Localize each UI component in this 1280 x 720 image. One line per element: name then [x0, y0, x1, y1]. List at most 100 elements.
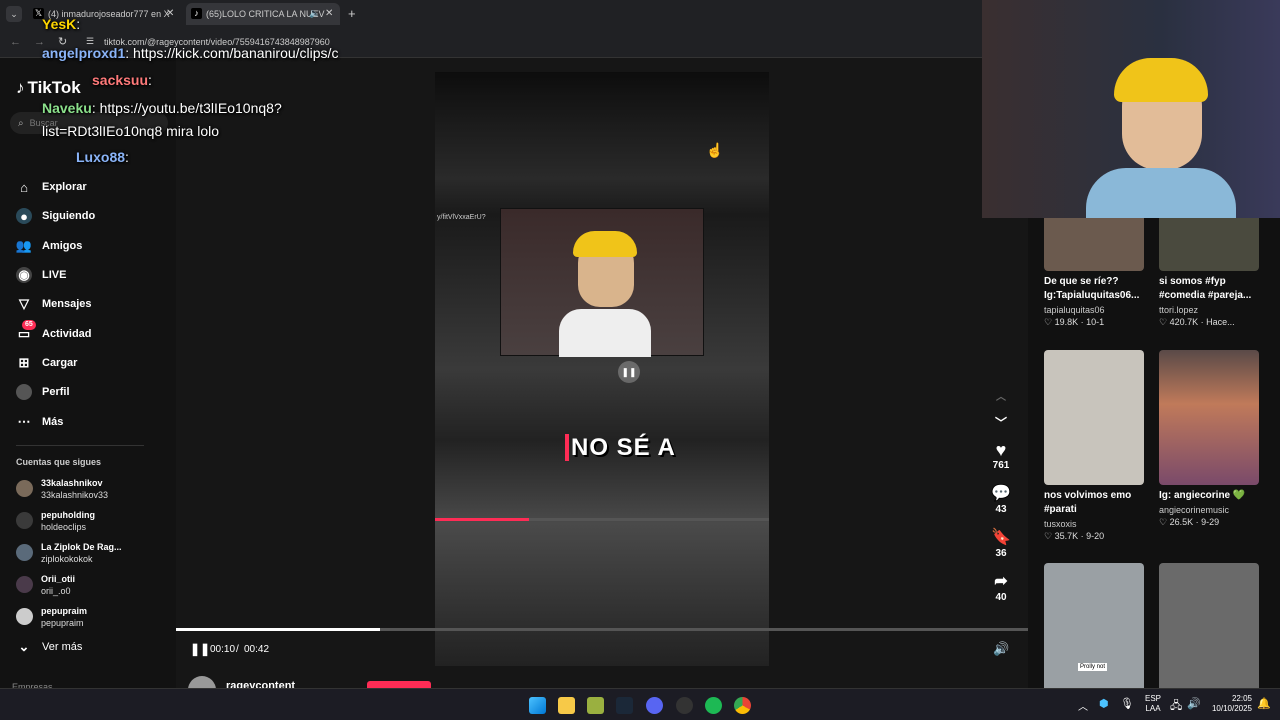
time-separator: / — [236, 644, 239, 655]
back-icon[interactable]: ← — [10, 36, 21, 48]
sidebar-divider — [16, 445, 144, 446]
heart-outline-icon: ♡ — [1044, 317, 1055, 327]
upload-icon: ⊞ — [18, 355, 30, 370]
more-icon: ⋯ — [17, 414, 31, 429]
follow-button[interactable] — [367, 681, 431, 688]
author-row: rageycontent — [176, 672, 1028, 688]
recommended-video-card[interactable]: De que se ríe?? Ig:Tapialuquitas06... ta… — [1044, 213, 1144, 328]
video-background — [435, 72, 769, 666]
nav-mensajes[interactable]: ▽ Mensajes — [16, 293, 92, 315]
video-thumbnail — [1159, 213, 1259, 271]
discord-icon[interactable] — [646, 697, 663, 714]
tray-app-icon[interactable]: ⬢ — [1099, 697, 1109, 710]
windows-taskbar: ︿ ⬢ 🎙 ESP LAA 🖧 🔊 22:05 10/10/2025 🔔 — [0, 688, 1280, 720]
video-caption: NO SÉ A — [565, 434, 676, 462]
inner-url-text: y/fitVlVxxaErU? — [437, 214, 486, 221]
nav-siguiendo[interactable]: ● Siguiendo — [16, 205, 95, 227]
nav-actividad[interactable]: ▭ 65 Actividad — [16, 320, 92, 345]
recommended-video-card[interactable] — [1159, 563, 1259, 698]
browser-tab-strip: ⌄ 𝕏 (4) inmadurojoseador777 en X ✕ ♪ (65… — [0, 0, 982, 30]
avatar — [16, 512, 33, 529]
avatar — [16, 544, 33, 561]
recommended-video-card[interactable]: Ig: angiecorine 💚 angiecorinemusic ♡ 26.… — [1159, 350, 1259, 528]
recommended-video-card[interactable]: nos volvimos emo #parati tusxoxis ♡ 35.7… — [1044, 350, 1144, 542]
light-blue-shirt — [1086, 168, 1236, 218]
microphone-icon[interactable]: 🎙 — [1120, 697, 1134, 710]
close-tab-icon[interactable]: ✕ — [325, 8, 333, 19]
following-title: Cuentas que sigues — [16, 457, 102, 467]
notification-badge: 65 — [22, 320, 36, 330]
video-thumbnail: Prolly not — [1044, 563, 1144, 698]
video-thumbnail — [1159, 350, 1259, 485]
clock[interactable]: 22:05 10/10/2025 — [1210, 694, 1252, 714]
following-icon: ● — [16, 208, 32, 224]
activity-icon: ▭ 65 — [16, 320, 36, 342]
author-avatar[interactable] — [188, 676, 216, 688]
heart-icon: ♥ — [995, 440, 1007, 460]
nav-explorar[interactable]: ⌂ Explorar — [16, 176, 87, 198]
nav-perfil[interactable]: Perfil — [16, 381, 70, 403]
yellow-beanie — [573, 231, 637, 257]
heart-outline-icon: ♡ — [1159, 517, 1170, 527]
steam-icon[interactable] — [616, 697, 633, 714]
chat-message: sacksuu: — [92, 72, 152, 88]
scroll-down-icon[interactable]: ﹀ — [987, 414, 1015, 431]
tiktok-logo-icon: ♪ — [191, 8, 202, 19]
white-shirt — [559, 309, 651, 357]
close-tab-icon[interactable]: ✕ — [166, 8, 174, 19]
video-frame[interactable]: y/fitVlVxxaErU? ❚❚ NO SÉ A — [435, 72, 769, 666]
chat-message: angelproxd1: https://kick.com/bananirou/… — [42, 45, 339, 61]
compass-icon: ⌂ — [20, 179, 28, 195]
mute-tab-icon[interactable]: 🔈 — [309, 8, 320, 19]
webcam-overlay — [982, 0, 1280, 218]
time-total: 00:42 — [244, 644, 270, 655]
heart-outline-icon: ♡ — [1159, 317, 1170, 327]
tiktok-logo[interactable]: ♪ TikTok — [16, 78, 81, 98]
nav-mas[interactable]: ⋯ Más — [16, 411, 64, 433]
new-tab-icon[interactable]: + — [348, 6, 356, 21]
video-thumbnail — [1044, 213, 1144, 271]
save-button[interactable]: 🔖 36 — [987, 528, 1015, 559]
share-button[interactable]: ➦ 40 — [987, 572, 1015, 603]
file-explorer-icon[interactable] — [558, 697, 575, 714]
spotify-icon[interactable] — [705, 697, 722, 714]
nav-cargar[interactable]: ⊞ Cargar — [16, 352, 78, 374]
chat-message: YesK: — [42, 16, 81, 32]
notification-icon[interactable]: 🔔 — [1257, 697, 1271, 710]
pause-icon[interactable]: ❚❚ — [190, 642, 210, 656]
obs-icon[interactable] — [676, 697, 693, 714]
volume-tray-icon[interactable]: 🔊 — [1187, 697, 1201, 710]
chat-message: Luxo88: — [76, 149, 129, 165]
mouse-cursor-icon: ☝ — [706, 142, 724, 158]
network-icon[interactable]: 🖧 — [1170, 697, 1182, 716]
like-button[interactable]: ♥ 761 — [987, 440, 1015, 471]
video-thumbnail — [1159, 563, 1259, 698]
chevron-down-icon: ⌄ — [18, 639, 30, 654]
inner-progress-bar — [435, 518, 769, 521]
pause-overlay-icon[interactable]: ❚❚ — [618, 361, 640, 383]
see-more-button[interactable]: ⌄ Ver más — [16, 636, 83, 658]
profile-icon — [16, 384, 32, 400]
comment-button[interactable]: 💬 43 — [987, 484, 1015, 515]
app-icon[interactable] — [587, 697, 604, 714]
friends-icon: 👥 — [15, 238, 33, 253]
tray-chevron-icon[interactable]: ︿ — [1078, 698, 1088, 713]
recommended-video-card[interactable]: Prolly not — [1044, 563, 1144, 698]
nav-live[interactable]: ◉ LIVE — [16, 264, 66, 286]
video-progress-fill — [176, 628, 381, 631]
start-icon[interactable] — [529, 697, 546, 714]
volume-icon[interactable]: 🔊 — [993, 641, 1009, 657]
nav-amigos[interactable]: 👥 Amigos — [16, 235, 82, 257]
scroll-up-icon[interactable]: ︿ — [987, 388, 1015, 403]
avatar — [16, 608, 33, 625]
video-thumbnail — [1044, 350, 1144, 485]
author-name[interactable]: rageycontent — [226, 680, 295, 688]
chrome-icon[interactable] — [734, 697, 751, 714]
search-icon: ⌕ — [18, 117, 24, 129]
video-progress-bar[interactable] — [176, 628, 1028, 631]
language-indicator[interactable]: ESP LAA — [1145, 694, 1161, 714]
send-icon: ▽ — [19, 296, 29, 311]
tab-search-button[interactable]: ⌄ — [6, 6, 22, 22]
recommended-video-card[interactable]: si somos #fyp #comedia #pareja... ttori.… — [1159, 213, 1259, 328]
bookmark-icon: 🔖 — [991, 529, 1011, 546]
